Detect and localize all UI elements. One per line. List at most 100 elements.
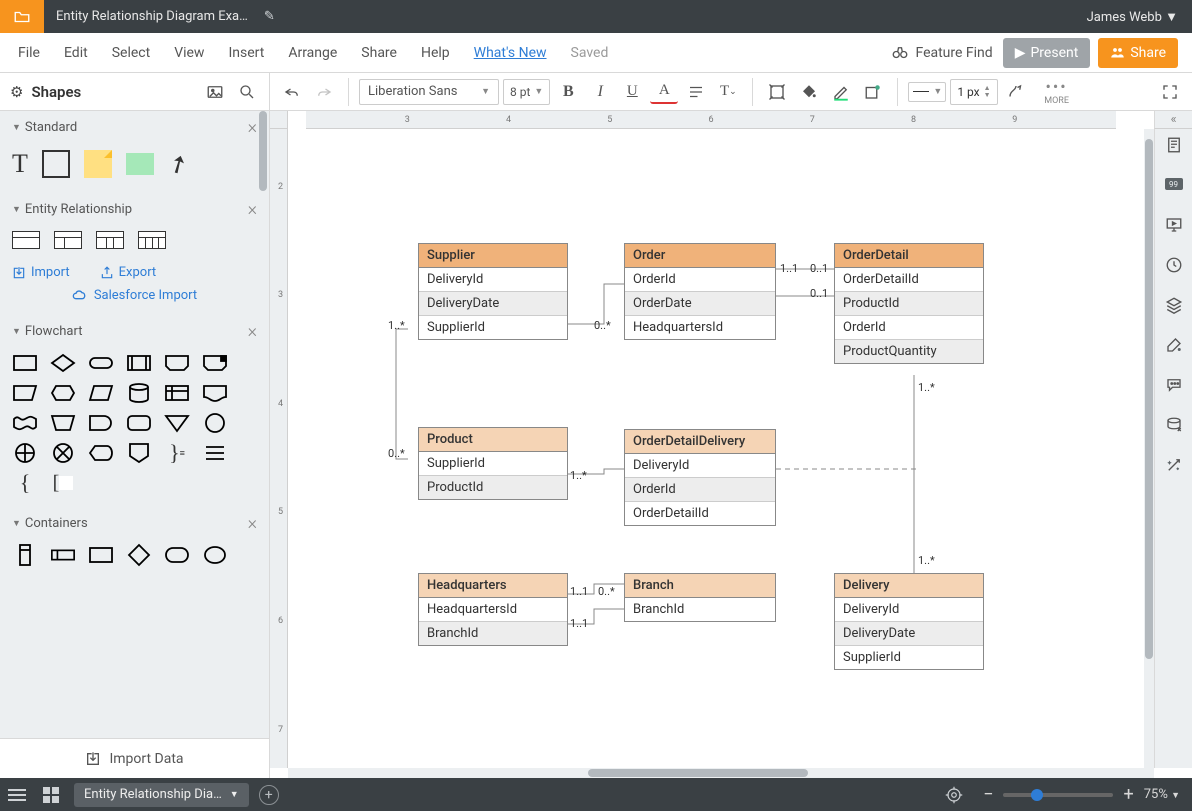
image-icon[interactable] (203, 80, 227, 104)
close-icon[interactable]: × (248, 321, 257, 342)
border-color-button[interactable] (827, 78, 855, 106)
entity-branch[interactable]: Branch BranchId (624, 573, 776, 622)
fc-brace-r[interactable]: }≡ (164, 443, 190, 463)
er-shape-3[interactable] (96, 231, 124, 249)
text-options-button[interactable]: T⌄ (714, 78, 742, 106)
gear-icon[interactable]: ⚙ (10, 83, 23, 101)
close-icon[interactable]: × (248, 117, 257, 138)
zoom-level[interactable]: 75% ▼ (1144, 787, 1180, 802)
line-width-select[interactable]: 1 px▲▼ (950, 79, 997, 105)
fc-doc[interactable] (202, 383, 228, 403)
menu-edit[interactable]: Edit (52, 37, 100, 69)
fc-trap[interactable] (50, 413, 76, 433)
comments-icon[interactable]: 99 (1164, 175, 1184, 195)
cnt-2[interactable] (50, 545, 76, 565)
align-button[interactable] (682, 78, 710, 106)
paint-icon[interactable] (1164, 335, 1184, 355)
chat-icon[interactable] (1164, 375, 1184, 395)
fc-manualop[interactable] (12, 383, 38, 403)
entity-supplier[interactable]: Supplier DeliveryId DeliveryDate Supplie… (418, 243, 568, 340)
undo-button[interactable] (278, 78, 306, 106)
fill-button[interactable] (795, 78, 823, 106)
panel-standard-header[interactable]: ▼Standard× (0, 111, 269, 143)
menu-arrange[interactable]: Arrange (276, 37, 349, 69)
fc-card[interactable] (202, 353, 228, 373)
canvas-scrollbar-h[interactable] (288, 768, 1154, 778)
present-button[interactable]: ▶ Present (1003, 38, 1091, 68)
close-icon[interactable]: × (248, 513, 257, 534)
block-shape[interactable] (126, 153, 154, 175)
add-page-button[interactable]: + (259, 785, 279, 805)
history-icon[interactable] (1164, 255, 1184, 275)
italic-button[interactable]: I (586, 78, 614, 106)
note-shape[interactable] (84, 150, 112, 178)
presentation-icon[interactable] (1164, 215, 1184, 235)
line-options-button[interactable] (1002, 78, 1030, 106)
entity-product[interactable]: Product SupplierId ProductId (418, 427, 568, 500)
document-title[interactable]: Entity Relationship Diagram Exa… (44, 9, 260, 24)
zoom-slider[interactable] (1003, 793, 1113, 797)
salesforce-import-link[interactable]: Salesforce Import (0, 286, 269, 315)
layers-icon[interactable] (1164, 295, 1184, 315)
cnt-3[interactable] (88, 545, 114, 565)
fc-internal[interactable] (164, 383, 190, 403)
fc-cyl[interactable] (126, 383, 152, 403)
fc-tape[interactable] (12, 413, 38, 433)
entity-orderdetail[interactable]: OrderDetail OrderDetailId ProductId Orde… (834, 243, 984, 364)
fc-offpage[interactable] (164, 353, 190, 373)
zoom-in-button[interactable]: + (1123, 784, 1133, 805)
rename-icon[interactable]: ✎ (264, 9, 275, 24)
menu-whats-new[interactable]: What's New (462, 37, 559, 69)
menu-select[interactable]: Select (100, 37, 162, 69)
panel-er-header[interactable]: ▼Entity Relationship× (0, 193, 269, 225)
magic-icon[interactable] (1164, 455, 1184, 475)
canvas[interactable]: Supplier DeliveryId DeliveryDate Supplie… (288, 129, 1144, 768)
fc-tri[interactable] (164, 413, 190, 433)
target-icon[interactable] (937, 778, 971, 811)
line-style-select[interactable]: ▼ (908, 82, 946, 102)
font-select[interactable]: Liberation Sans▼ (359, 79, 499, 105)
er-shape-4[interactable] (138, 231, 166, 249)
er-shape-1[interactable] (12, 231, 40, 249)
fc-bracket[interactable]: [ (50, 473, 76, 493)
fc-diamond[interactable] (50, 353, 76, 373)
bold-button[interactable]: B (554, 78, 582, 106)
cnt-6[interactable] (202, 545, 228, 565)
er-shape-2[interactable] (54, 231, 82, 249)
fc-circ[interactable] (202, 413, 228, 433)
text-color-button[interactable]: A (650, 80, 678, 104)
more-button[interactable]: •••MORE (1040, 77, 1074, 106)
fc-or[interactable] (50, 443, 76, 463)
entity-delivery[interactable]: Delivery DeliveryId DeliveryDate Supplie… (834, 573, 984, 670)
cnt-5[interactable] (164, 545, 190, 565)
list-view-icon[interactable] (0, 778, 34, 811)
menu-share[interactable]: Share (349, 37, 409, 69)
import-link[interactable]: Import (12, 265, 70, 280)
shape-options-button[interactable] (859, 78, 887, 106)
search-icon[interactable] (235, 80, 259, 104)
menu-file[interactable]: File (6, 37, 52, 69)
panel-containers-header[interactable]: ▼Containers× (0, 507, 269, 539)
fc-brace-l[interactable]: { (12, 473, 38, 493)
right-panel-collapse[interactable]: « (1154, 111, 1192, 129)
fc-round[interactable] (126, 413, 152, 433)
panel-flowchart-header[interactable]: ▼Flowchart× (0, 315, 269, 347)
fc-dshape[interactable] (88, 413, 114, 433)
text-shape[interactable]: T (12, 149, 28, 179)
fc-terminator[interactable] (88, 353, 114, 373)
fc-hex[interactable] (50, 383, 76, 403)
cnt-1[interactable] (12, 545, 38, 565)
folder-icon[interactable] (0, 0, 44, 33)
fc-rect[interactable] (12, 353, 38, 373)
fc-predef[interactable] (126, 353, 152, 373)
fc-sumjunc[interactable] (12, 443, 38, 463)
underline-button[interactable]: U (618, 78, 646, 106)
fc-para[interactable] (88, 383, 114, 403)
grid-view-icon[interactable] (34, 778, 68, 811)
menu-view[interactable]: View (162, 37, 216, 69)
sidebar-scrollbar[interactable] (259, 111, 267, 191)
share-button[interactable]: Share (1098, 38, 1178, 68)
fc-lines[interactable] (202, 443, 228, 463)
data-icon[interactable] (1164, 415, 1184, 435)
user-menu[interactable]: James Webb ▼ (1073, 9, 1192, 25)
